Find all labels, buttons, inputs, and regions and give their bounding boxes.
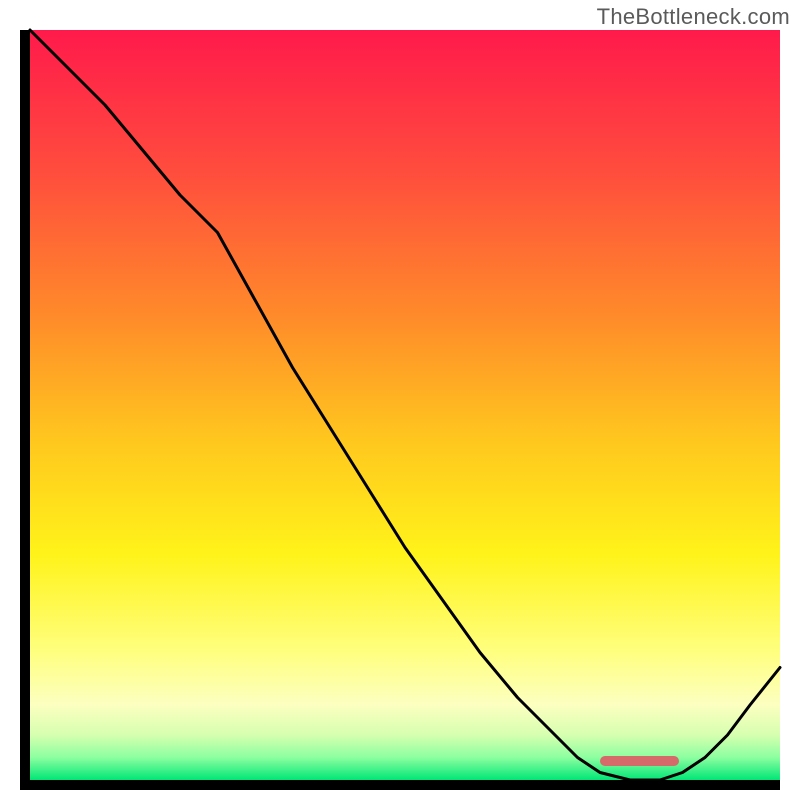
line-chart-svg [30,30,780,780]
bottleneck-curve [30,30,780,780]
plot-frame [20,30,780,790]
watermark-text: TheBottleneck.com [597,4,790,30]
chart-canvas: TheBottleneck.com [0,0,800,800]
optimal-range-marker [600,756,679,766]
plot-area [30,30,780,780]
